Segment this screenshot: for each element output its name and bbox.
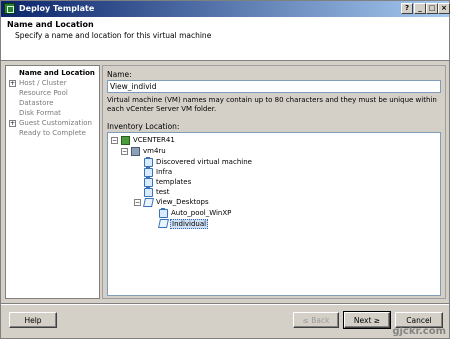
- folder-icon: [159, 208, 168, 218]
- minimize-icon[interactable]: _: [414, 3, 426, 14]
- watermark: gjckr.com: [392, 326, 446, 337]
- collapse-icon[interactable]: −: [134, 199, 141, 206]
- step-label: Datastore: [19, 99, 54, 107]
- step-label: Guest Customization: [19, 119, 92, 127]
- step-label: Host / Cluster: [19, 79, 67, 87]
- tree-node-label: VCENTER41: [133, 136, 175, 144]
- wizard-steps: Name and Location + Host / Cluster Resou…: [5, 65, 100, 299]
- folder-icon: [144, 177, 153, 187]
- vcenter-icon: [121, 136, 130, 145]
- tree-node-label: test: [156, 188, 170, 196]
- page-subtitle: Specify a name and location for this vir…: [15, 31, 212, 40]
- tree-node-label: templates: [156, 178, 192, 186]
- window-title: Deploy Template: [19, 4, 95, 13]
- inventory-tree[interactable]: − VCENTER41 − vm4ru Discovered virtual m…: [107, 132, 441, 296]
- step-label: Ready to Complete: [19, 129, 86, 137]
- open-folder-icon: [158, 219, 169, 228]
- tree-node-label: vm4ru: [143, 147, 166, 155]
- folder-icon: [144, 167, 153, 177]
- step-label: Resource Pool: [19, 89, 68, 97]
- step-label: Disk Format: [19, 109, 61, 117]
- content-panel: Name: Virtual machine (VM) names may con…: [102, 65, 446, 299]
- maximize-icon[interactable]: □: [426, 3, 438, 14]
- next-button[interactable]: Next ≥: [343, 311, 391, 329]
- close-icon[interactable]: ×: [438, 3, 450, 14]
- step-label: Name and Location: [19, 69, 95, 77]
- name-label: Name:: [107, 70, 132, 79]
- tree-node-label: Individual: [170, 219, 209, 229]
- vsphere-app-icon: [4, 3, 15, 14]
- wizard-header: Name and Location Specify a name and loc…: [1, 17, 449, 61]
- tree-node-label: Infra: [156, 168, 173, 176]
- page-title: Name and Location: [7, 20, 94, 29]
- expand-icon[interactable]: +: [9, 80, 16, 87]
- footer-divider: [1, 303, 449, 305]
- inventory-location-label: Inventory Location:: [107, 122, 180, 131]
- expand-icon[interactable]: +: [9, 120, 16, 127]
- back-button[interactable]: ≤ Back: [293, 312, 339, 328]
- title-bar: Deploy Template ? _ □ ×: [1, 1, 450, 17]
- vm-name-input[interactable]: [107, 80, 441, 93]
- open-folder-icon: [143, 198, 154, 207]
- deploy-template-window: Deploy Template ? _ □ × Name and Locatio…: [0, 0, 450, 339]
- folder-icon: [144, 157, 153, 167]
- tree-node-label: Discovered virtual machine: [156, 158, 252, 166]
- tree-node-label: View_Desktops: [156, 198, 209, 206]
- help-context-icon[interactable]: ?: [401, 3, 413, 14]
- name-help-text: Virtual machine (VM) names may contain u…: [107, 96, 437, 113]
- help-button[interactable]: Help: [9, 312, 57, 328]
- collapse-icon[interactable]: −: [111, 137, 118, 144]
- tree-node-label: Auto_pool_WinXP: [171, 209, 232, 217]
- datacenter-icon: [131, 147, 140, 156]
- folder-icon: [144, 187, 153, 197]
- collapse-icon[interactable]: −: [121, 148, 128, 155]
